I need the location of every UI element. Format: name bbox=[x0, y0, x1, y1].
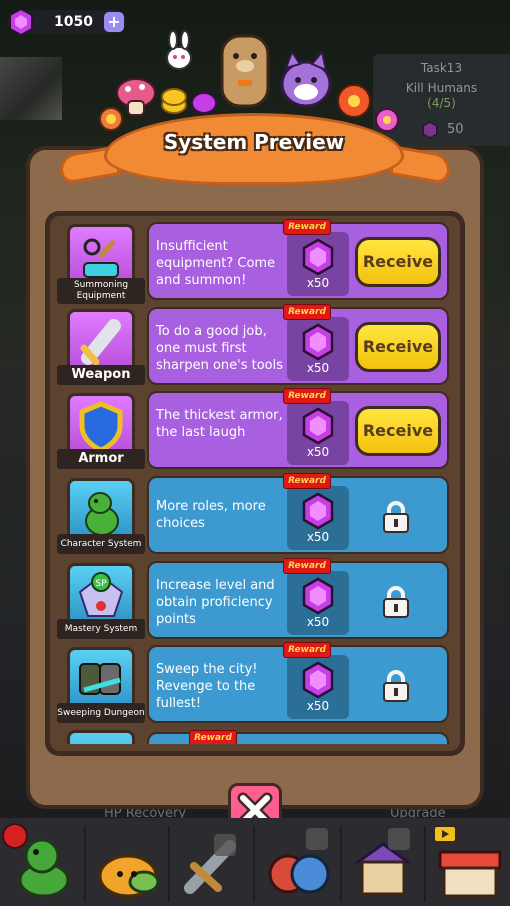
flower-icon bbox=[99, 107, 123, 131]
reward-tag: Reward bbox=[283, 219, 331, 235]
task-reward: 50 bbox=[447, 122, 464, 137]
reward-tag: Reward bbox=[283, 642, 331, 658]
gem-icon bbox=[422, 121, 438, 139]
row-icon-box bbox=[67, 730, 135, 744]
nav-dinosaur-icon[interactable] bbox=[8, 820, 78, 904]
row-label-text: Weapon bbox=[71, 367, 131, 382]
list-item: SP Mastery System Increase level and obt… bbox=[55, 558, 451, 643]
row-label: Armor bbox=[57, 449, 145, 469]
gem-icon bbox=[299, 661, 337, 699]
cat-icon bbox=[280, 49, 332, 108]
row-label-text: Sweeping Dungeon bbox=[57, 708, 145, 718]
reward-quantity: x50 bbox=[306, 530, 330, 544]
lock-icon bbox=[381, 585, 411, 619]
gem-icon bbox=[299, 238, 337, 276]
list-item: Armor The thickest armor, the last laugh… bbox=[55, 388, 451, 473]
reward-tag: Reward bbox=[283, 558, 331, 574]
receive-button[interactable]: Receive bbox=[355, 237, 441, 287]
list-item: Summoning Equipment Insufficient equipme… bbox=[55, 219, 451, 304]
row-label: Weapon bbox=[57, 365, 145, 385]
lock-icon bbox=[381, 500, 411, 534]
row-description: Increase level and obtain proficiency po… bbox=[156, 578, 275, 627]
task-name: Kill Humans bbox=[405, 81, 478, 95]
reward-tag: Reward bbox=[283, 388, 331, 404]
nav-store-icon[interactable] bbox=[432, 820, 508, 904]
gem-counter: 1050 + bbox=[8, 7, 126, 37]
nav-shop-icon[interactable] bbox=[348, 820, 418, 904]
gem-icon bbox=[9, 7, 33, 37]
row-label-text: Character System bbox=[60, 539, 142, 549]
reward-quantity: x50 bbox=[306, 276, 330, 290]
list-item: Sweeping Dungeon Sweep the city! Revenge… bbox=[55, 642, 451, 727]
row-label: Mastery System bbox=[57, 619, 145, 639]
reward-quantity: x50 bbox=[306, 699, 330, 713]
reward-quantity: x50 bbox=[306, 615, 330, 629]
list-item: Character System More roles, more choice… bbox=[55, 473, 451, 558]
list-item: Weapon To do a good job, one must first … bbox=[55, 304, 451, 389]
row-card: The thickest armor, the last laugh Rewar… bbox=[147, 388, 449, 469]
flower-icon bbox=[375, 108, 399, 132]
row-label-text: Armor bbox=[78, 451, 124, 466]
reward-tag: Reward bbox=[189, 730, 237, 744]
row-description: The thickest armor, the last laugh bbox=[156, 408, 283, 440]
nav-heroes-icon[interactable] bbox=[262, 820, 334, 904]
row-label: Summoning Equipment bbox=[57, 278, 145, 304]
gem-icon bbox=[299, 323, 337, 361]
row-description: Sweep the city! Revenge to the fullest! bbox=[156, 662, 258, 711]
row-card: Increase level and obtain proficiency po… bbox=[147, 558, 449, 639]
reward-quantity: x50 bbox=[306, 445, 330, 459]
row-label-text: Mastery System bbox=[64, 624, 138, 634]
row-description: Insufficient equipment? Come and summon! bbox=[156, 239, 276, 288]
row-label: Sweeping Dungeon bbox=[57, 703, 145, 723]
receive-button[interactable]: Receive bbox=[355, 322, 441, 372]
svg-text:SP: SP bbox=[95, 579, 107, 589]
row-card: Insufficient equipment? Come and summon!… bbox=[147, 219, 449, 300]
row-description: More roles, more choices bbox=[156, 499, 266, 531]
modal-title: System Preview bbox=[163, 130, 345, 154]
bunny-icon bbox=[166, 30, 192, 70]
row-card: Sweep the city! Revenge to the fullest! … bbox=[147, 642, 449, 723]
plus-icon[interactable]: + bbox=[104, 12, 124, 32]
row-card: More roles, more choices Reward x50 bbox=[147, 473, 449, 554]
reward-tag: Reward bbox=[283, 473, 331, 489]
nav-sword-icon[interactable] bbox=[178, 820, 248, 904]
gem-icon bbox=[299, 407, 337, 445]
gem-icon bbox=[299, 577, 337, 615]
coins-icon bbox=[161, 88, 217, 114]
gem-count: 1050 bbox=[54, 14, 93, 30]
task-title: Task13 bbox=[420, 61, 463, 75]
reward-quantity: x50 bbox=[306, 361, 330, 375]
row-label: Character System bbox=[57, 534, 145, 554]
flower-icon bbox=[337, 84, 371, 118]
reward-tag: Reward bbox=[283, 304, 331, 320]
lock-icon bbox=[381, 669, 411, 703]
receive-button[interactable]: Receive bbox=[355, 406, 441, 456]
row-label-text: Summoning Equipment bbox=[73, 280, 129, 301]
list-item-partial: Reward bbox=[55, 730, 451, 744]
row-description: To do a good job, one must first sharpen… bbox=[156, 324, 284, 373]
nav-slime-icon[interactable] bbox=[94, 820, 164, 904]
row-card: To do a good job, one must first sharpen… bbox=[147, 304, 449, 385]
gem-icon bbox=[299, 492, 337, 530]
